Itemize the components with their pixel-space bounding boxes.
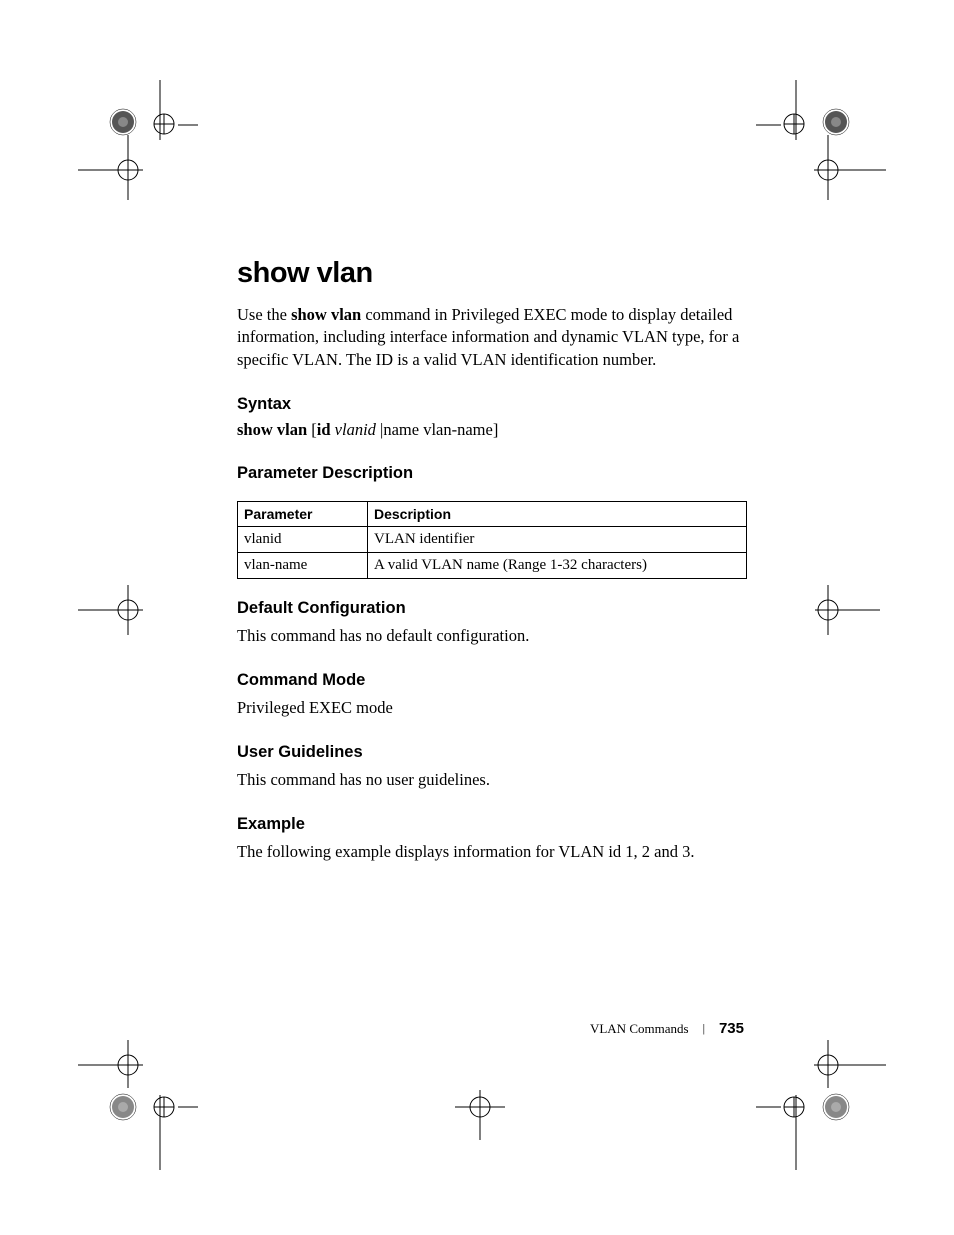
td-param: vlan-name	[238, 552, 368, 578]
syntax-heading: Syntax	[237, 395, 747, 414]
example-heading: Example	[237, 815, 747, 834]
table-row: vlanid VLAN identifier	[238, 526, 747, 552]
crop-mark-bottom-left	[78, 1040, 198, 1170]
crop-mark-top-left	[78, 80, 198, 200]
crop-mark-bottom-right	[756, 1040, 896, 1170]
crop-mark-bottom-center	[450, 1080, 510, 1140]
command-title: show vlan	[237, 257, 747, 290]
param-table: Parameter Description vlanid VLAN identi…	[237, 501, 747, 579]
user-guidelines-body: This command has no user guidelines.	[237, 768, 747, 791]
command-mode-section: Command Mode Privileged EXEC mode	[237, 671, 747, 719]
default-config-section: Default Configuration This command has n…	[237, 599, 747, 647]
syntax-tail: |name vlan-name]	[376, 420, 498, 439]
page-footer: VLAN Commands | 735	[590, 1020, 744, 1037]
crop-mark-top-right	[756, 80, 896, 200]
command-mode-body: Privileged EXEC mode	[237, 696, 747, 719]
footer-section-name: VLAN Commands	[590, 1021, 689, 1037]
user-guidelines-heading: User Guidelines	[237, 743, 747, 762]
example-section: Example The following example displays i…	[237, 815, 747, 863]
user-guidelines-section: User Guidelines This command has no user…	[237, 743, 747, 791]
example-body: The following example displays informati…	[237, 840, 747, 863]
page-content: show vlan Use the show vlan command in P…	[237, 257, 747, 887]
desc-prefix: Use the	[237, 305, 291, 324]
syntax-cmd: show vlan	[237, 420, 307, 439]
footer-page-number: 735	[719, 1020, 744, 1037]
crop-mark-mid-left	[78, 585, 148, 635]
td-param: vlanid	[238, 526, 368, 552]
th-description: Description	[368, 501, 747, 526]
table-header-row: Parameter Description	[238, 501, 747, 526]
table-row: vlan-name A valid VLAN name (Range 1-32 …	[238, 552, 747, 578]
default-config-heading: Default Configuration	[237, 599, 747, 618]
td-desc: VLAN identifier	[368, 526, 747, 552]
command-description: Use the show vlan command in Privileged …	[237, 304, 747, 371]
syntax-section: Syntax show vlan [id vlanid |name vlan-n…	[237, 395, 747, 440]
param-desc-heading: Parameter Description	[237, 464, 747, 483]
param-desc-section: Parameter Description Parameter Descript…	[237, 464, 747, 579]
td-desc: A valid VLAN name (Range 1-32 characters…	[368, 552, 747, 578]
desc-bold: show vlan	[291, 305, 361, 324]
syntax-id: id	[317, 420, 331, 439]
syntax-vlanid: vlanid	[335, 420, 376, 439]
default-config-body: This command has no default configuratio…	[237, 624, 747, 647]
command-mode-heading: Command Mode	[237, 671, 747, 690]
syntax-line: show vlan [id vlanid |name vlan-name]	[237, 420, 747, 440]
th-parameter: Parameter	[238, 501, 368, 526]
syntax-bracket: [	[307, 420, 317, 439]
footer-divider: |	[703, 1021, 705, 1036]
crop-mark-mid-right	[810, 585, 880, 635]
